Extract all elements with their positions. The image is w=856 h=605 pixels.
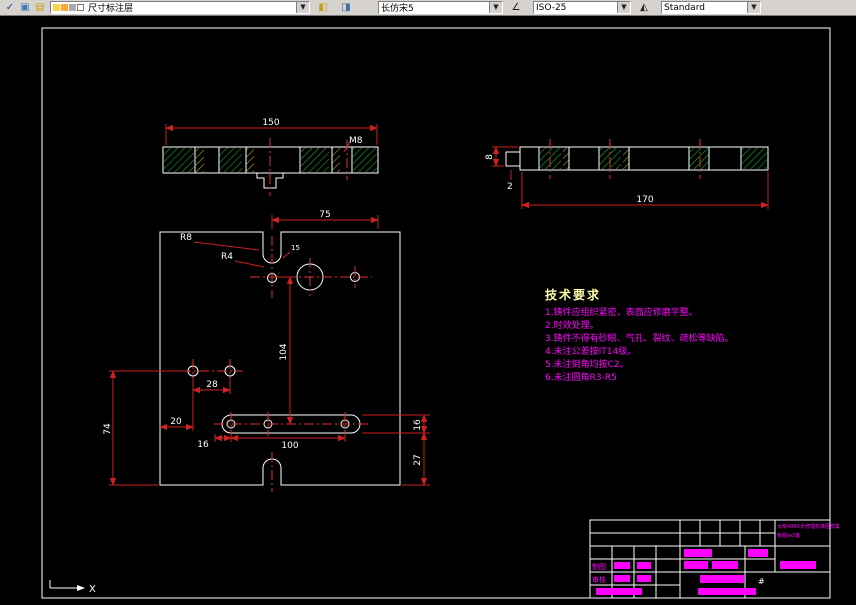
titleblock-name-line1: 大柴498X大修理标准图样集 xyxy=(777,523,840,530)
titleblock-sheet-mark: # xyxy=(758,577,765,586)
layer-lock-icon xyxy=(69,4,76,11)
chevron-down-icon[interactable]: ▼ xyxy=(747,2,760,13)
dim-hole-spacing: 28 xyxy=(206,380,218,390)
title-block: 制图 审核 大柴498X大修理标准图样集 柴辊№2备 # xyxy=(589,519,840,599)
layers-icon[interactable]: ▤ xyxy=(32,1,48,14)
clipboard-icon-glyph: ▣ xyxy=(20,2,30,13)
dim-slot-span: 100 xyxy=(281,441,298,451)
tech-requirement-item: 4.未注公差按IT14级。 xyxy=(545,347,637,357)
text-style-icon[interactable]: ◭ xyxy=(636,1,652,14)
font-icon[interactable]: ◨ xyxy=(338,1,354,14)
text-style-dropdown[interactable]: Standard ▼ xyxy=(661,1,761,14)
dim-bottom-height: 27 xyxy=(413,454,423,465)
dim-top-width: 150 xyxy=(262,118,279,128)
font-icon-glyph: ◨ xyxy=(341,2,351,13)
text-style-icon-glyph: ◭ xyxy=(640,2,648,13)
dim-sec-h1: 8 xyxy=(485,154,495,160)
dim-slot-offset: 16 xyxy=(197,440,209,450)
tech-requirements: 技术要求 1.铸件应组织紧密，表面应修磨平整。 2.时效处理。 3.铸件不得有砂… xyxy=(545,286,780,385)
text-font-dropdown-value: 长仿宋5 xyxy=(381,4,414,14)
layer-previous-icon[interactable]: ◧ xyxy=(315,1,331,14)
layer-dropdown-value: 尺寸标注层 xyxy=(88,4,134,14)
dim-style-icon[interactable]: ∠ xyxy=(508,1,524,14)
check-icon[interactable]: ✓ xyxy=(2,1,18,14)
dim-front-width: 75 xyxy=(319,210,330,220)
dim-style-dropdown-value: ISO-25 xyxy=(536,2,567,13)
layer-color-chip xyxy=(77,4,84,11)
dim-radius-small: R4 xyxy=(221,252,233,262)
check-icon-glyph: ✓ xyxy=(5,2,15,13)
tech-requirements-title: 技术要求 xyxy=(545,288,602,302)
section-view-top-right: 8 2 170 xyxy=(485,139,769,209)
dim-height-mid: 104 xyxy=(279,343,289,360)
dim-thread-label: M8 xyxy=(349,136,363,146)
dim-slot-height: 16 xyxy=(413,419,423,431)
layers-icon-glyph: ▤ xyxy=(35,2,45,13)
layer-on-icon xyxy=(53,4,60,11)
ucs-x-label: X xyxy=(89,584,96,595)
titleblock-row2-label: 审核 xyxy=(592,575,606,584)
dim-height-left: 74 xyxy=(103,423,113,435)
tech-requirement-item: 3.铸件不得有砂眼、气孔、裂纹、疏松等缺陷。 xyxy=(545,334,734,344)
layer-state-icons xyxy=(51,4,86,11)
tech-requirement-item: 2.时效处理。 xyxy=(545,321,599,331)
clipboard-icon[interactable]: ▣ xyxy=(17,1,33,14)
chevron-down-icon[interactable]: ▼ xyxy=(489,2,502,13)
layer-previous-icon-glyph: ◧ xyxy=(318,2,328,13)
titleblock-row1-label: 制图 xyxy=(592,562,606,571)
dim-style-icon-glyph: ∠ xyxy=(511,2,521,13)
dim-offset-left: 20 xyxy=(170,417,182,427)
chevron-down-icon[interactable]: ▼ xyxy=(617,2,630,13)
tech-requirement-item: 1.铸件应组织紧密，表面应修磨平整。 xyxy=(545,308,698,318)
dim-sec-width: 170 xyxy=(636,195,653,205)
titleblock-name-line2: 柴辊№2备 xyxy=(777,532,800,539)
dim-sec-h2: 2 xyxy=(507,182,513,192)
tech-requirement-item: 6.未注圆角R3-R5 xyxy=(545,373,617,383)
text-style-dropdown-value: Standard xyxy=(664,2,705,13)
ucs-x-arrow xyxy=(77,585,85,591)
layer-freeze-icon xyxy=(61,4,68,11)
dim-radius-large: R8 xyxy=(180,233,192,243)
toolbar: ✓ ▣ ▤ 尺寸标注层 ▼ ◧ ◨ 长仿宋5 ▼ ∠ ISO-25 ▼ ◭ St… xyxy=(0,0,856,16)
section-view-top-left: M8 150 xyxy=(162,118,379,196)
text-font-dropdown[interactable]: 长仿宋5 ▼ xyxy=(378,1,503,14)
chevron-down-icon[interactable]: ▼ xyxy=(296,2,309,13)
ucs-icon: X xyxy=(49,580,96,595)
tech-requirement-item: 5.未注倒角均按C2。 xyxy=(545,360,629,370)
dim-chamfer: 15 xyxy=(291,244,300,252)
layer-dropdown[interactable]: 尺寸标注层 ▼ xyxy=(50,1,310,14)
dim-style-dropdown[interactable]: ISO-25 ▼ xyxy=(533,1,631,14)
front-view: 75 R8 R4 15 104 74 20 28 16 100 16 27 xyxy=(103,210,430,492)
